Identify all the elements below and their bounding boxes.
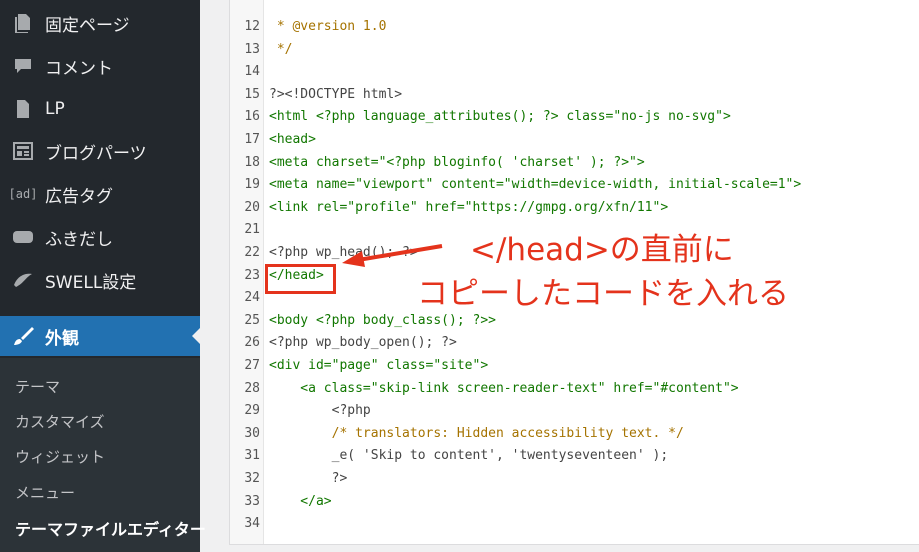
line-number-gutter: 12 13 14 15 16 17 18 19 20 21 22 23 24 25 26 27 28 29 30 31…	[230, 0, 264, 544]
highlight-box	[265, 264, 336, 294]
grid-icon	[11, 139, 35, 163]
code-line: <?php	[269, 403, 371, 418]
line-number: 28	[244, 381, 260, 396]
sidebar-item-label: SWELL設定	[45, 272, 137, 293]
brush-icon	[11, 324, 35, 348]
ad-icon: [ad]	[8, 187, 38, 201]
line-number: 19	[244, 177, 260, 192]
code-line: ?>	[269, 471, 348, 486]
page-icon	[11, 11, 35, 35]
line-number: 30	[244, 426, 260, 441]
line-number: 21	[244, 222, 260, 237]
line-number: 34	[244, 516, 260, 531]
line-number: 31	[244, 448, 260, 463]
line-number: 12	[244, 19, 260, 34]
sidebar-item-lp[interactable]: LP	[0, 89, 200, 129]
line-number: 29	[244, 403, 260, 418]
line-number: 32	[244, 471, 260, 486]
code-line: <body <?php body_class(); ?>>	[269, 313, 496, 328]
annotation-text-line2: コピーしたコードを入れる	[417, 276, 789, 312]
code-line: <meta name="viewport" content="width=dev…	[269, 177, 802, 192]
line-number: 16	[244, 109, 260, 124]
line-number: 15	[244, 87, 260, 102]
code-line: <div id="page" class="site">	[269, 358, 489, 373]
code-line: <head>	[269, 132, 316, 147]
submenu-item-theme-file-editor[interactable]: テーマファイルエディター	[15, 516, 206, 540]
line-number: 18	[244, 155, 260, 170]
code-line: * @version 1.0	[269, 19, 387, 34]
code-line: <link rel="profile" href="https://gmpg.o…	[269, 200, 669, 215]
sidebar-item-label: ふきだし	[45, 229, 113, 250]
sidebar-item-label: LP	[45, 99, 65, 119]
line-number: 23	[244, 268, 260, 283]
sidebar-item-ad-tags[interactable]: [ad] 広告タグ	[0, 174, 200, 214]
sidebar-item-swell-settings[interactable]: SWELL設定	[0, 260, 200, 300]
sidebar-item-label: 固定ページ	[45, 15, 130, 36]
code-line: <html <?php language_attributes(); ?> cl…	[269, 109, 731, 124]
sidebar-item-label: コメント	[45, 58, 113, 79]
sidebar-item-blog-parts[interactable]: ブログパーツ	[0, 131, 200, 171]
line-number: 27	[244, 358, 260, 373]
submenu-item-widgets[interactable]: ウィジェット	[15, 446, 105, 467]
swell-icon	[11, 268, 35, 292]
code-line: <?php wp_body_open(); ?>	[269, 335, 457, 350]
arrow-icon	[342, 244, 443, 267]
code-line: _e( 'Skip to content', 'twentyseventeen'…	[269, 448, 669, 463]
comment-icon	[11, 54, 35, 78]
code-line: */	[269, 42, 293, 57]
annotation-text-line1: </head>の直前に	[470, 232, 734, 268]
sidebar-item-label: ブログパーツ	[45, 143, 147, 164]
line-number: 26	[244, 335, 260, 350]
sidebar-item-appearance[interactable]: 外観	[0, 316, 200, 356]
sidebar-item-label: 外観	[45, 328, 79, 349]
code-line: ?><!DOCTYPE html>	[269, 87, 403, 102]
code-line: <a class="skip-link screen-reader-text" …	[269, 381, 739, 396]
line-number: 13	[244, 42, 260, 57]
admin-sidebar: 固定ページ コメント LP ブログパーツ [ad] 広告タグ ふきだし SWEL…	[0, 0, 206, 552]
bubble-icon	[11, 225, 35, 249]
line-number: 25	[244, 313, 260, 328]
submenu-item-menus[interactable]: メニュー	[15, 482, 75, 503]
line-number: 33	[244, 494, 260, 509]
line-number: 14	[244, 64, 260, 79]
sidebar-item-comments[interactable]: コメント	[0, 46, 200, 86]
appearance-submenu: テーマ カスタマイズ ウィジェット メニュー テーマファイルエディター	[0, 358, 206, 552]
code-line: </a>	[269, 494, 332, 509]
line-number: 20	[244, 200, 260, 215]
sidebar-item-label: 広告タグ	[45, 186, 113, 207]
sidebar-item-balloons[interactable]: ふきだし	[0, 217, 200, 257]
page-icon	[11, 97, 35, 121]
sidebar-item-pages[interactable]: 固定ページ	[0, 3, 200, 43]
line-number: 22	[244, 245, 260, 260]
submenu-item-customize[interactable]: カスタマイズ	[15, 411, 105, 432]
code-line: <meta charset="<?php bloginfo( 'charset'…	[269, 155, 645, 170]
submenu-item-themes[interactable]: テーマ	[15, 376, 60, 397]
code-line: /* translators: Hidden accessibility tex…	[269, 426, 684, 441]
line-number: 24	[244, 290, 260, 305]
line-number: 17	[244, 132, 260, 147]
